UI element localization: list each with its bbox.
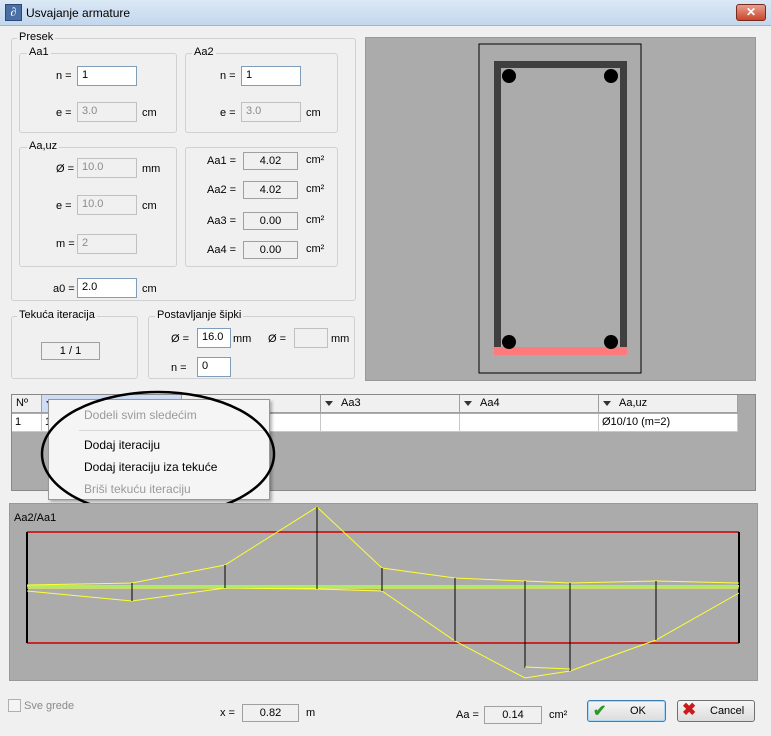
postavljanje-d-label: Ø = bbox=[171, 333, 190, 345]
grid-header-no[interactable]: Nº bbox=[12, 395, 42, 413]
postavljanje-n-label: n = bbox=[171, 362, 187, 374]
aa2-label: Aa2 bbox=[192, 46, 216, 58]
aauz-e-input[interactable]: 10.0 bbox=[77, 195, 137, 215]
grid-header-aa4[interactable]: Aa4 bbox=[460, 395, 599, 413]
postavljanje-d2-unit: mm bbox=[331, 333, 350, 345]
rebar-bottom-right bbox=[604, 335, 618, 349]
area-aa2-value: 4.02 bbox=[243, 181, 298, 199]
postavljanje-d-input[interactable]: 16.0 bbox=[197, 328, 231, 348]
aa2-n-label: n = bbox=[220, 70, 236, 82]
area-aa4-label: Aa4 = bbox=[207, 244, 237, 256]
rebar-bottom-left bbox=[502, 335, 516, 349]
x-unit: m bbox=[306, 707, 316, 719]
grid-header-aauz-label: Aa,uz bbox=[619, 397, 648, 409]
aa1-e-input[interactable]: 3.0 bbox=[77, 102, 137, 122]
aa1-e-unit: cm bbox=[142, 107, 157, 119]
iteracija-label: Tekuća iteracija bbox=[17, 309, 97, 321]
aa2-e-input[interactable]: 3.0 bbox=[241, 102, 301, 122]
area-aa1-value: 4.02 bbox=[243, 152, 298, 170]
window-title: Usvajanje armature bbox=[26, 6, 131, 20]
aauz-m-label: m = bbox=[56, 238, 75, 250]
postavljanje-n-input[interactable]: 0 bbox=[197, 357, 231, 377]
area-aa2-label: Aa2 = bbox=[207, 184, 237, 196]
check-icon: ✔ bbox=[593, 703, 607, 720]
aa-label: Aa = bbox=[456, 709, 479, 721]
area-aa3-unit: cm² bbox=[306, 214, 325, 226]
grid-cell-aa3[interactable] bbox=[321, 414, 460, 432]
aa2-e-label: e = bbox=[220, 107, 236, 119]
aa1-n-input[interactable]: 1 bbox=[77, 66, 137, 86]
cancel-label: Cancel bbox=[710, 705, 745, 717]
area-aa3-value: 0.00 bbox=[243, 212, 298, 230]
aauz-d-input[interactable]: 10.0 bbox=[77, 158, 137, 178]
area-aa4-value: 0.00 bbox=[243, 241, 298, 259]
sort-arrow-icon bbox=[464, 400, 472, 406]
sve-grede-label: Sve grede bbox=[24, 700, 75, 712]
grid-cell-aa4[interactable] bbox=[460, 414, 599, 432]
grid-cell-no[interactable]: 1 bbox=[12, 414, 42, 432]
sort-arrow-icon bbox=[603, 400, 611, 406]
cross-section-drawing bbox=[478, 43, 642, 374]
aauz-d-label: Ø = bbox=[56, 163, 75, 175]
reinforcement-diagram bbox=[26, 506, 740, 679]
ok-button[interactable]: ✔ OK bbox=[587, 700, 666, 722]
stirrup bbox=[494, 61, 627, 354]
app-icon: ∂ bbox=[5, 4, 22, 21]
postavljanje-d2-input[interactable] bbox=[294, 328, 328, 348]
x-label: x = bbox=[220, 707, 235, 719]
aa2-e-unit: cm bbox=[306, 107, 321, 119]
postavljanje-d2-label: Ø = bbox=[268, 333, 287, 345]
iteracija-value: 1 / 1 bbox=[41, 342, 100, 360]
rebar-top-right bbox=[604, 69, 618, 83]
rebar-top-left bbox=[502, 69, 516, 83]
a0-label: a0 = bbox=[53, 283, 75, 295]
presek-label: Presek bbox=[17, 31, 56, 43]
ok-label: OK bbox=[630, 705, 646, 717]
aauz-m-input[interactable]: 2 bbox=[77, 234, 137, 254]
sort-arrow-icon bbox=[325, 400, 333, 406]
rebar-layer-bottom bbox=[494, 347, 627, 355]
aauz-e-unit: cm bbox=[142, 200, 157, 212]
aauz-label: Aa,uz bbox=[27, 140, 60, 152]
a0-unit: cm bbox=[142, 283, 157, 295]
area-aa1-unit: cm² bbox=[306, 154, 325, 166]
diagram-envelope-bottom bbox=[26, 587, 740, 679]
close-button[interactable]: ✕ bbox=[736, 4, 766, 21]
a0-input[interactable]: 2.0 bbox=[77, 278, 137, 298]
diagram-envelope-top bbox=[26, 506, 740, 586]
postavljanje-label: Postavljanje šipki bbox=[155, 309, 244, 321]
grid-header-aa4-label: Aa4 bbox=[480, 397, 500, 409]
aa-unit: cm² bbox=[549, 709, 568, 721]
area-aa3-label: Aa3 = bbox=[207, 215, 237, 227]
sve-grede-checkbox[interactable] bbox=[8, 699, 21, 712]
area-aa4-unit: cm² bbox=[306, 243, 325, 255]
cancel-x-icon: ✖ bbox=[682, 700, 697, 719]
grid-header-aa3-label: Aa3 bbox=[341, 397, 361, 409]
highlight-ellipse bbox=[40, 390, 276, 518]
aauz-e-label: e = bbox=[56, 200, 72, 212]
aa1-e-label: e = bbox=[56, 107, 72, 119]
aa1-n-label: n = bbox=[56, 70, 72, 82]
cancel-button[interactable]: ✖ Cancel bbox=[677, 700, 755, 722]
grid-header-aauz[interactable]: Aa,uz bbox=[599, 395, 738, 413]
postavljanje-d-unit: mm bbox=[233, 333, 252, 345]
x-value: 0.82 bbox=[242, 704, 299, 722]
aauz-d-unit: mm bbox=[142, 163, 161, 175]
area-aa1-label: Aa1 = bbox=[207, 155, 237, 167]
aa1-label: Aa1 bbox=[27, 46, 51, 58]
aa-value: 0.14 bbox=[484, 706, 542, 724]
grid-header-aa3[interactable]: Aa3 bbox=[321, 395, 460, 413]
aa2-n-input[interactable]: 1 bbox=[241, 66, 301, 86]
section-outline bbox=[478, 43, 642, 374]
area-aa2-unit: cm² bbox=[306, 183, 325, 195]
grid-cell-aauz[interactable]: Ø10/10 (m=2) bbox=[599, 414, 738, 432]
